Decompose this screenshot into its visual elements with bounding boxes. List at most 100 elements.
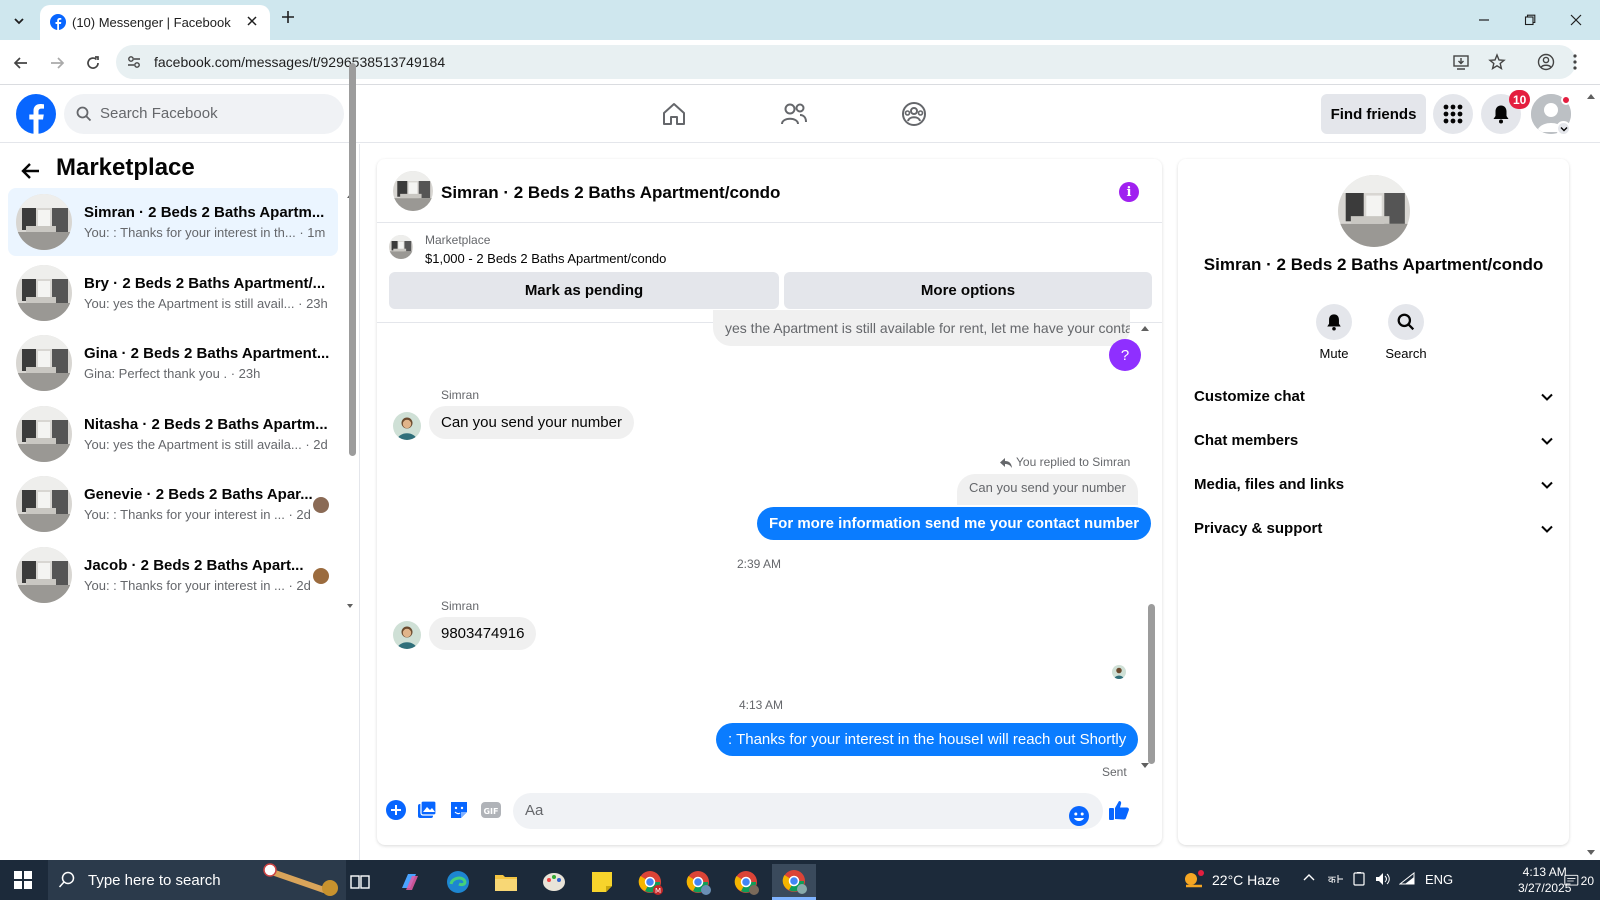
reply-quote-bubble[interactable]: Can you send your number (957, 474, 1138, 505)
windows-start-icon[interactable] (14, 871, 32, 889)
conversation-item[interactable]: Nitasha · 2 Beds 2 Baths Apartm... You: y… (8, 400, 338, 468)
chrome-profile-2-icon[interactable] (676, 864, 720, 900)
mark-as-pending-button[interactable]: Mark as pending (389, 272, 779, 309)
chat-members-section[interactable]: Chat members (1194, 420, 1554, 464)
outgoing-message-bubble[interactable]: For more information send me your contac… (757, 507, 1152, 540)
search-in-chat-button[interactable]: Search (1370, 304, 1442, 361)
show-hidden-icons-icon[interactable] (1303, 872, 1315, 884)
conversation-item[interactable]: Simran · 2 Beds 2 Baths Apartm... You: : … (8, 188, 338, 256)
conversation-item[interactable]: Genevie · 2 Beds 2 Baths Apar... You: : T… (8, 470, 338, 538)
search-icon[interactable] (1388, 304, 1424, 340)
reply-indicator: You replied to Simran (1000, 455, 1130, 469)
sticker-icon[interactable] (447, 798, 471, 822)
incoming-message-bubble[interactable]: 9803474916 (429, 617, 537, 650)
chrome-active-icon[interactable] (772, 864, 816, 900)
close-tab-icon[interactable] (244, 13, 260, 29)
chevron-down-icon[interactable] (1540, 522, 1554, 536)
page-scroll-up-icon[interactable] (1586, 92, 1596, 100)
task-view-icon[interactable] (338, 864, 382, 900)
conversation-thumbnail (16, 335, 72, 391)
edge-app-icon[interactable] (436, 864, 480, 900)
listing-price-title[interactable]: $1,000 - 2 Beds 2 Baths Apartment/condo (425, 251, 666, 266)
gif-icon[interactable]: GIF (479, 798, 503, 822)
message-input[interactable]: Aa (513, 793, 1103, 829)
chat-scroll-thumb[interactable] (1148, 604, 1155, 764)
svg-text:GIF: GIF (483, 807, 498, 816)
weather-text[interactable]: 22°C Haze (1212, 872, 1280, 888)
sidebar-scroll-thumb[interactable] (349, 63, 356, 456)
home-icon[interactable] (644, 96, 704, 132)
browser-menu-icon[interactable] (1572, 53, 1578, 71)
taskbar-search-box[interactable]: Type here to search (48, 860, 346, 900)
action-center-button[interactable]: 20 (1564, 870, 1594, 892)
bookmark-star-icon[interactable] (1488, 53, 1506, 71)
page-scroll-down-icon[interactable] (1586, 849, 1596, 857)
reload-icon[interactable] (82, 52, 104, 74)
conversation-item[interactable]: Bry · 2 Beds 2 Baths Apartment/... You: y… (8, 259, 338, 327)
listing-thumbnail[interactable] (393, 171, 433, 211)
language-indicator[interactable]: ENG (1425, 872, 1453, 887)
restore-icon[interactable] (1520, 10, 1540, 30)
ime-icon[interactable]: क (1328, 872, 1344, 886)
copilot-app-icon[interactable] (388, 864, 432, 900)
browser-tab[interactable]: (10) Messenger | Facebook (40, 5, 270, 40)
minimize-icon[interactable] (1474, 10, 1494, 30)
listing-large-thumbnail[interactable] (1338, 175, 1410, 247)
thumbs-up-icon[interactable] (1107, 798, 1131, 822)
browser-toolbar: facebook.com/messages/t/9296538513749184 (0, 40, 1600, 85)
emoji-icon[interactable] (1067, 804, 1091, 828)
chrome-profile-3-icon[interactable] (724, 864, 768, 900)
notification-center-icon (1564, 874, 1579, 886)
install-app-icon[interactable] (1452, 53, 1470, 71)
profile-icon[interactable] (1537, 53, 1555, 71)
help-question-icon[interactable]: ? (1109, 339, 1141, 371)
account-chevron-icon[interactable] (1556, 121, 1571, 136)
privacy-support-section[interactable]: Privacy & support (1194, 508, 1554, 552)
tab-search-button[interactable] (6, 8, 32, 34)
previous-message-bubble[interactable]: yes the Apartment is still available for… (713, 310, 1130, 346)
sticky-notes-icon[interactable] (580, 864, 624, 900)
forward-arrow-icon[interactable] (46, 52, 68, 74)
customize-chat-section[interactable]: Customize chat (1194, 376, 1554, 420)
menu-grid-button[interactable] (1433, 94, 1473, 134)
plus-circle-icon[interactable] (384, 798, 408, 822)
close-window-icon[interactable] (1566, 10, 1586, 30)
paint-app-icon[interactable] (532, 864, 576, 900)
conversation-item[interactable]: Gina · 2 Beds 2 Baths Apartment... Gina: … (8, 329, 338, 397)
battery-icon[interactable] (1352, 872, 1368, 886)
conversation-item[interactable]: Jacob · 2 Beds 2 Baths Apart... You: : Th… (8, 541, 338, 609)
reply-arrow-icon (1000, 457, 1012, 468)
volume-icon[interactable] (1375, 872, 1391, 886)
mute-button[interactable]: Mute (1298, 304, 1370, 361)
chrome-profile-m-icon[interactable]: M (628, 864, 672, 900)
incoming-message-bubble[interactable]: Can you send your number (429, 406, 634, 439)
site-info-icon[interactable] (126, 54, 142, 70)
groups-icon[interactable] (884, 96, 944, 132)
facebook-search-box[interactable]: Search Facebook (64, 94, 344, 134)
listing-small-thumbnail[interactable] (389, 235, 413, 259)
file-explorer-icon[interactable] (484, 864, 528, 900)
find-friends-button[interactable]: Find friends (1321, 94, 1426, 134)
simran-avatar[interactable] (393, 621, 421, 649)
outgoing-message-bubble[interactable]: : Thanks for your interest in the houseI… (716, 723, 1139, 756)
simran-avatar[interactable] (393, 412, 421, 440)
chat-title[interactable]: Simran · 2 Beds 2 Baths Apartment/condo (441, 183, 780, 203)
info-icon[interactable]: i (1119, 182, 1139, 202)
chevron-down-icon[interactable] (1540, 478, 1554, 492)
back-arrow-icon[interactable] (20, 160, 42, 182)
chat-scroll-up-icon[interactable] (1140, 324, 1150, 332)
new-tab-icon[interactable] (280, 9, 296, 25)
photo-icon[interactable] (415, 798, 439, 822)
wifi-icon[interactable] (1399, 872, 1415, 886)
weather-icon[interactable] (1182, 870, 1206, 890)
friends-icon[interactable] (764, 96, 824, 132)
back-arrow-icon[interactable] (10, 52, 32, 74)
url-text[interactable]: facebook.com/messages/t/9296538513749184 (154, 54, 445, 70)
address-bar[interactable]: facebook.com/messages/t/9296538513749184 (116, 45, 1578, 79)
bell-icon[interactable] (1316, 304, 1352, 340)
chevron-down-icon[interactable] (1540, 390, 1554, 404)
facebook-logo-icon[interactable] (16, 94, 56, 134)
chevron-down-icon[interactable] (1540, 434, 1554, 448)
more-options-button[interactable]: More options (784, 272, 1152, 309)
media-files-links-section[interactable]: Media, files and links (1194, 464, 1554, 508)
